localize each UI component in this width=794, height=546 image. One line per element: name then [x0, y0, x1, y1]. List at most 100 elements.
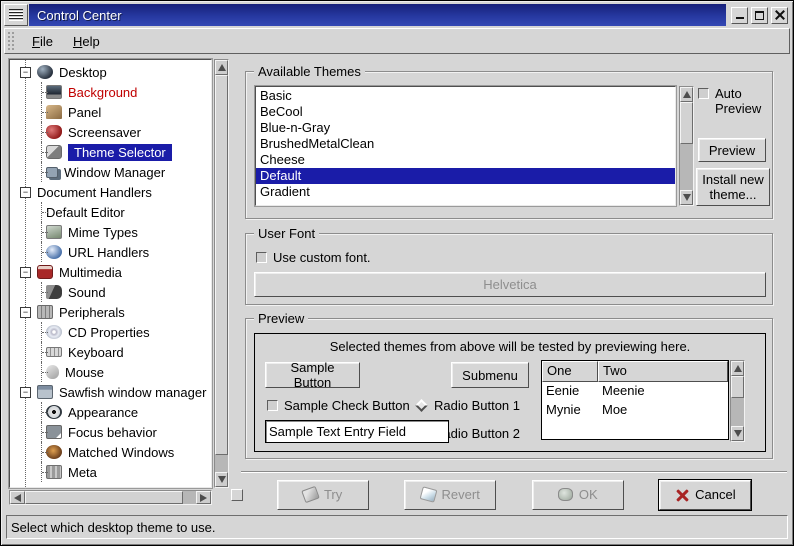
close-icon [775, 10, 785, 20]
menu-help[interactable]: Help [63, 31, 110, 52]
tree-expander-icon[interactable] [20, 67, 31, 78]
window-menu-button[interactable] [4, 4, 28, 26]
sidebar-item-url-handlers[interactable]: URL Handlers [10, 242, 211, 262]
available-themes-frame: Available Themes Basic BeCool Blue-n-Gra… [245, 71, 773, 219]
sidebar-item-meta[interactable]: Meta [10, 462, 211, 482]
menubar: File Help [4, 28, 790, 54]
cancel-button[interactable]: Cancel [659, 480, 751, 510]
matched-windows-icon [46, 445, 62, 459]
titlebar[interactable]: Control Center [4, 4, 790, 26]
scroll-down-icon[interactable] [680, 190, 693, 205]
tree-expander-icon[interactable] [20, 387, 31, 398]
close-button[interactable] [771, 7, 788, 24]
user-font-frame: User Font Use custom font. Helvetica [245, 233, 773, 305]
theme-list-item[interactable]: Blue-n-Gray [256, 120, 675, 136]
theme-list-item[interactable]: BeCool [256, 104, 675, 120]
ok-button: OK [532, 480, 624, 510]
table-row[interactable]: Mynie Moe [542, 401, 728, 420]
theme-list-item-selected[interactable]: Default [256, 168, 675, 184]
sidebar-item-matched-windows[interactable]: Matched Windows [10, 442, 211, 462]
available-themes-label: Available Themes [254, 64, 365, 79]
sidebar-item-appearance[interactable]: Appearance [10, 402, 211, 422]
sidebar-item-keyboard[interactable]: Keyboard [10, 342, 211, 362]
tree-hscroll-thumb[interactable] [25, 491, 183, 504]
sidebar-item-focus-behavior[interactable]: Focus behavior [10, 422, 211, 442]
revert-icon [419, 486, 437, 502]
sidebar-item-window-manager[interactable]: Window Manager [10, 162, 211, 182]
try-button: Try [277, 480, 369, 510]
scroll-down-icon[interactable] [215, 472, 228, 487]
sidebar-item-document-handlers[interactable]: Document Handlers [10, 182, 211, 202]
sidebar-item-screensaver[interactable]: Screensaver [10, 122, 211, 142]
theme-list-item[interactable]: Cheese [256, 152, 675, 168]
scroll-up-icon[interactable] [680, 87, 693, 102]
scroll-left-icon[interactable] [10, 491, 25, 504]
scroll-up-icon[interactable] [731, 361, 744, 376]
theme-list-item[interactable]: Basic [256, 88, 675, 104]
mime-types-icon [46, 225, 62, 239]
theme-list-item[interactable]: Gradient [256, 184, 675, 200]
preview-label: Preview [254, 311, 308, 326]
control-center-window: Control Center File Help Desktop Backgro… [0, 0, 794, 546]
tree-vertical-scrollbar[interactable] [214, 59, 229, 488]
radio-button-1[interactable]: Radio Button 1 [415, 398, 520, 413]
statusbar: Select which desktop theme to use. [6, 515, 788, 539]
focus-behavior-icon [46, 425, 62, 439]
install-new-theme-button[interactable]: Install new theme... [696, 168, 770, 206]
sidebar-item-mouse[interactable]: Mouse [10, 362, 211, 382]
sidebar-item-desktop[interactable]: Desktop [10, 62, 211, 82]
sample-text-entry[interactable] [265, 420, 449, 443]
tree-expander-icon[interactable] [20, 267, 31, 278]
maximize-button[interactable] [751, 7, 768, 24]
window-title: Control Center [37, 8, 122, 23]
scroll-down-icon[interactable] [731, 426, 744, 441]
sidebar-item-sawfish[interactable]: Sawfish window manager [10, 382, 211, 402]
radio-icon[interactable] [415, 399, 428, 412]
status-text: Select which desktop theme to use. [11, 520, 216, 535]
panel-icon [46, 105, 62, 119]
checkbox-icon[interactable] [267, 400, 278, 411]
table-header-two[interactable]: Two [598, 361, 728, 382]
sidebar-item-theme-selector[interactable]: Theme Selector [10, 142, 211, 162]
checkbox-icon[interactable] [256, 252, 267, 263]
table-scroll-thumb[interactable] [731, 376, 744, 398]
tree-expander-icon[interactable] [20, 307, 31, 318]
sample-check-button[interactable]: Sample Check Button [267, 398, 410, 413]
scroll-up-icon[interactable] [215, 60, 228, 75]
scroll-right-icon[interactable] [196, 491, 211, 504]
tree-vscroll-thumb[interactable] [215, 75, 228, 455]
table-row[interactable]: Eenie Meenie [542, 382, 728, 401]
sidebar-item-panel[interactable]: Panel [10, 102, 211, 122]
submenu-button[interactable]: Submenu [451, 362, 529, 388]
preview-area: Selected themes from above will be teste… [254, 333, 766, 452]
radio-button-1-label: Radio Button 1 [434, 398, 520, 413]
table-header-one[interactable]: One [542, 361, 598, 382]
auto-preview-label: Auto Preview [715, 86, 770, 116]
use-custom-font-label: Use custom font. [273, 250, 371, 265]
sidebar-item-mime-types[interactable]: Mime Types [10, 222, 211, 242]
revert-button: Revert [404, 480, 496, 510]
sidebar-item-multimedia[interactable]: Multimedia [10, 262, 211, 282]
font-picker-button: Helvetica [254, 272, 766, 297]
preview-info-text: Selected themes from above will be teste… [255, 339, 765, 354]
theme-list-scrollbar[interactable] [679, 86, 694, 206]
menu-file[interactable]: File [22, 31, 63, 52]
sample-button[interactable]: Sample Button [265, 362, 360, 388]
sidebar-item-sound[interactable]: Sound [10, 282, 211, 302]
auto-preview-checkbox[interactable]: Auto Preview [698, 86, 770, 116]
tree-expander-icon[interactable] [20, 187, 31, 198]
use-custom-font-checkbox[interactable]: Use custom font. [256, 250, 371, 265]
sidebar-item-cd-properties[interactable]: CD Properties [10, 322, 211, 342]
preview-button[interactable]: Preview [698, 138, 766, 162]
sidebar-item-background[interactable]: Background [10, 82, 211, 102]
minimize-button[interactable] [731, 7, 748, 24]
checkbox-icon[interactable] [698, 88, 709, 99]
theme-list-scroll-thumb[interactable] [680, 102, 693, 144]
sidebar-item-peripherals[interactable]: Peripherals [10, 302, 211, 322]
theme-list[interactable]: Basic BeCool Blue-n-Gray BrushedMetalCle… [255, 86, 676, 206]
sidebar-item-default-editor[interactable]: Default Editor [10, 202, 211, 222]
sample-table-scrollbar[interactable] [730, 360, 745, 442]
menubar-drag-grip[interactable] [7, 31, 16, 51]
tree-horizontal-scrollbar[interactable] [9, 490, 212, 505]
theme-list-item[interactable]: BrushedMetalClean [256, 136, 675, 152]
